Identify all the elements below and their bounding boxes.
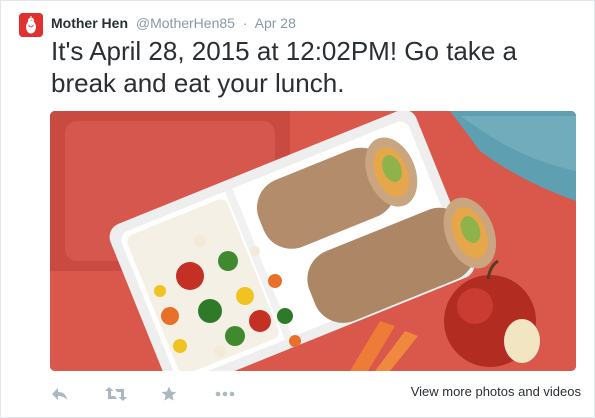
more-icon: [215, 391, 235, 397]
star-icon: [161, 386, 177, 401]
retweet-button[interactable]: [105, 382, 127, 406]
header-separator: ·: [242, 15, 248, 31]
reply-icon: [52, 388, 67, 400]
hen-logo-icon: [19, 13, 43, 37]
tweet-photo[interactable]: [50, 111, 576, 371]
favorite-button[interactable]: [161, 382, 177, 406]
retweet-icon: [105, 387, 127, 401]
reply-button[interactable]: [51, 382, 69, 406]
author-name[interactable]: Mother Hen: [51, 15, 128, 31]
tweet-date[interactable]: Apr 28: [255, 15, 296, 31]
tweet-card: Mother Hen @MotherHen85 · Apr 28 It's Ap…: [0, 0, 595, 418]
tweet-header: Mother Hen @MotherHen85 · Apr 28: [51, 14, 296, 32]
lunch-photo-image: [50, 111, 576, 371]
author-handle[interactable]: @MotherHen85: [136, 15, 235, 31]
more-button[interactable]: [215, 382, 235, 406]
avatar[interactable]: [19, 13, 43, 37]
tweet-text: It's April 28, 2015 at 12:02PM! Go take …: [51, 36, 518, 98]
tweet-actions: View more photos and videos: [51, 382, 581, 406]
view-more-photos-link[interactable]: View more photos and videos: [411, 384, 581, 399]
